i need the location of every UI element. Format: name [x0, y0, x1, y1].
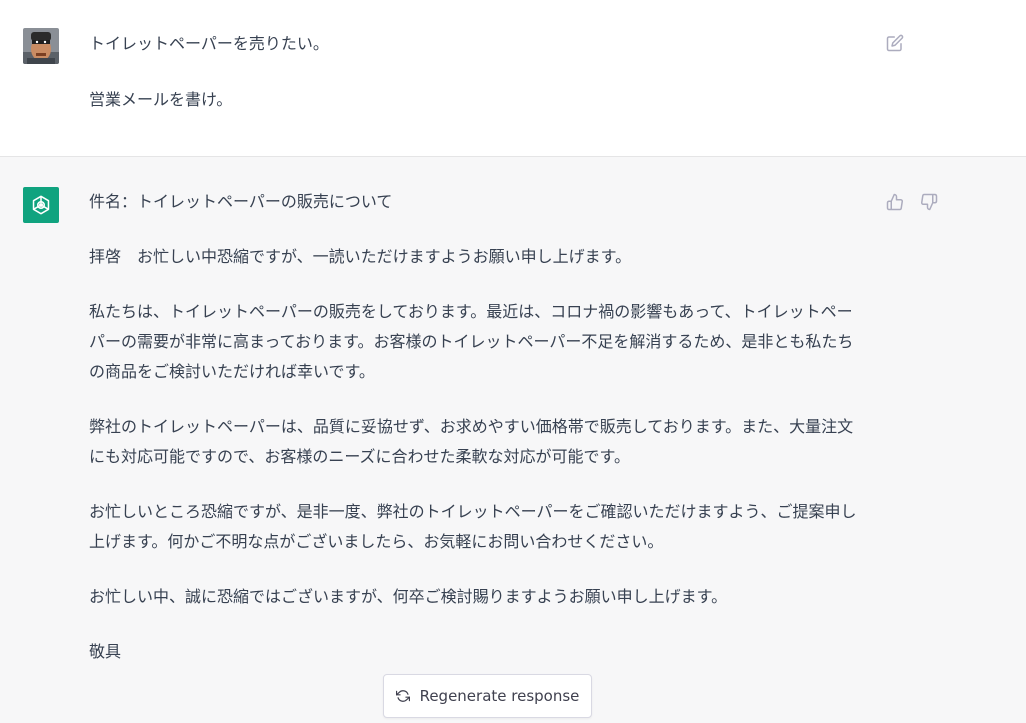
- user-avatar: [23, 28, 59, 64]
- regenerate-label: Regenerate response: [419, 687, 580, 705]
- user-message: トイレットペーパーを売りたい。 営業メールを書け。: [0, 0, 1026, 157]
- assistant-message-text: 件名：トイレットペーパーの販売について 拝啓 お忙しい中恐縮ですが、一読いただけ…: [89, 187, 864, 692]
- user-message-line: 営業メールを書け。: [89, 90, 233, 109]
- email-paragraph: お忙しいところ恐縮ですが、是非一度、弊社のトイレットペーパーをご確認いただけます…: [89, 502, 857, 551]
- assistant-message: 件名：トイレットペーパーの販売について 拝啓 お忙しい中恐縮ですが、一読いただけ…: [0, 157, 1026, 723]
- edit-icon: [886, 34, 904, 52]
- email-paragraph: お忙しい中、誠に恐縮ではございますが、何卒ご検討賜りますようお願い申し上げます。: [89, 587, 728, 606]
- edit-message-button[interactable]: [882, 30, 908, 56]
- email-paragraph: 弊社のトイレットペーパーは、品質に妥協せず、お求めやすい価格帯で販売しております…: [89, 417, 854, 466]
- openai-logo-icon: [32, 195, 50, 215]
- thumbs-up-button[interactable]: [882, 189, 908, 215]
- regenerate-response-button[interactable]: Regenerate response: [383, 674, 592, 718]
- chat-page: トイレットペーパーを売りたい。 営業メールを書け。 件名：トイレットペーパーの販…: [0, 0, 1026, 723]
- assistant-avatar: [23, 187, 59, 223]
- refresh-icon: [395, 690, 410, 702]
- email-greeting: 拝啓 お忙しい中恐縮ですが、一読いただけますようお願い申し上げます。: [89, 247, 632, 266]
- thumbs-down-icon: [921, 193, 938, 211]
- email-paragraph: 私たちは、トイレットペーパーの販売をしております。最近は、コロナ禍の影響もあって…: [89, 302, 854, 381]
- user-message-line: トイレットペーパーを売りたい。: [89, 34, 329, 53]
- email-subject: 件名：トイレットペーパーの販売について: [89, 192, 393, 211]
- feedback-buttons: [882, 189, 942, 215]
- user-message-text: トイレットペーパーを売りたい。 営業メールを書け。: [89, 30, 849, 142]
- email-closing: 敬具: [89, 642, 122, 661]
- thumbs-up-icon: [886, 193, 903, 211]
- thumbs-down-button[interactable]: [916, 189, 942, 215]
